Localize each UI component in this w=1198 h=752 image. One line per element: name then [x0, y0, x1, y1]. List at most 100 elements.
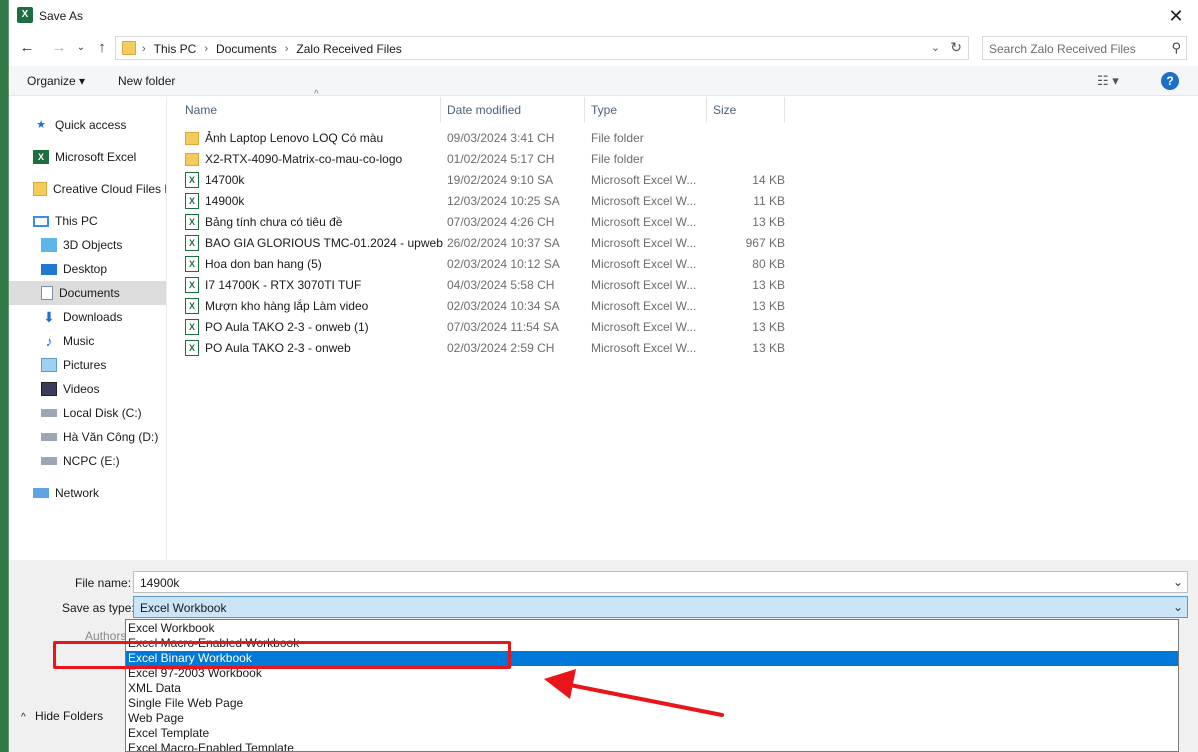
address-bar[interactable]: › This PC › Documents › Zalo Received Fi…: [115, 36, 969, 60]
file-type: Microsoft Excel W...: [591, 299, 697, 313]
excel-icon: X: [17, 7, 33, 23]
file-type: Microsoft Excel W...: [591, 257, 697, 271]
file-type: Microsoft Excel W...: [591, 278, 697, 292]
search-input[interactable]: Search Zalo Received Files ⚲: [982, 36, 1187, 60]
search-placeholder: Search Zalo Received Files: [989, 42, 1136, 56]
help-icon[interactable]: ?: [1161, 72, 1179, 90]
save-type-option[interactable]: Excel Macro-Enabled Template: [126, 741, 1178, 751]
sidebar-item-videos[interactable]: Videos: [9, 377, 166, 401]
up-arrow-icon[interactable]: ↑: [92, 38, 112, 58]
breadcrumb: › This PC › Documents › Zalo Received Fi…: [142, 42, 402, 56]
view-options-icon[interactable]: ☷ ▾: [1097, 73, 1119, 89]
excel-file-icon: X: [185, 319, 199, 335]
save-type-option[interactable]: Excel Workbook: [126, 621, 1178, 636]
sidebar-item-network[interactable]: Network: [9, 481, 166, 505]
chevron-down-icon[interactable]: ⌄: [931, 41, 940, 54]
back-arrow-icon[interactable]: ←: [17, 38, 37, 58]
sidebar-item-microsoft-excel[interactable]: X Microsoft Excel: [9, 145, 166, 169]
excel-file-icon: X: [185, 193, 199, 209]
sidebar-item-this-pc[interactable]: This PC: [9, 209, 166, 233]
star-icon: ★: [36, 119, 46, 131]
file-size: 13 KB: [752, 278, 785, 292]
organize-button[interactable]: Organize ▾: [27, 74, 85, 88]
sidebar-item-3d-objects[interactable]: 3D Objects: [9, 233, 166, 257]
highlight-annotation-box: [53, 641, 511, 669]
file-row[interactable]: X PO Aula TAKO 2-3 - onweb 02/03/2024 2:59…: [185, 338, 785, 359]
file-size: 967 KB: [745, 236, 785, 250]
sidebar-item-local-disk-c[interactable]: Local Disk (C:): [9, 401, 166, 425]
file-name: PO Aula TAKO 2-3 - onweb (1): [205, 320, 369, 334]
video-icon: [41, 382, 57, 396]
file-row[interactable]: X PO Aula TAKO 2-3 - onweb (1) 07/03/2024 …: [185, 317, 785, 338]
file-date: 07/03/2024 4:26 CH: [447, 215, 555, 229]
column-header-date[interactable]: Date modified: [441, 97, 585, 123]
file-date: 07/03/2024 11:54 SA: [447, 320, 559, 334]
file-size: 14 KB: [752, 173, 785, 187]
chevron-down-icon[interactable]: ⌄: [1173, 575, 1183, 589]
music-icon: ♪: [45, 333, 53, 349]
file-type: Microsoft Excel W...: [591, 236, 697, 250]
close-icon[interactable]: ✕: [1164, 4, 1188, 28]
computer-icon: [33, 215, 49, 227]
file-row[interactable]: X 14900k 12/03/2024 10:25 SA Microsoft Exce…: [185, 191, 785, 212]
file-size: 13 KB: [752, 341, 785, 355]
sidebar-item-desktop[interactable]: Desktop: [9, 257, 166, 281]
save-type-option[interactable]: Excel Template: [126, 726, 1178, 741]
sidebar-item-quick-access[interactable]: ★ Quick access: [9, 113, 166, 137]
file-row[interactable]: X 14700k 19/02/2024 9:10 SA Microsoft Excel…: [185, 170, 785, 191]
file-name: BAO GIA GLORIOUS TMC-01.2024 - upweb: [205, 236, 443, 250]
sidebar-item-music[interactable]: ♪ Music: [9, 329, 166, 353]
pane-divider[interactable]: [166, 97, 167, 560]
excel-file-icon: X: [185, 172, 199, 188]
file-type: Microsoft Excel W...: [591, 341, 697, 355]
sidebar-item-creative-cloud[interactable]: Creative Cloud Files P: [9, 177, 166, 201]
download-icon: ⬇: [43, 309, 55, 325]
drive-icon: [41, 433, 57, 441]
file-date: 02/03/2024 10:34 SA: [447, 299, 560, 313]
file-name-value: 14900k: [140, 576, 180, 590]
recent-chevron-icon[interactable]: ⌄: [71, 38, 91, 58]
network-icon: [33, 488, 49, 498]
chevron-down-icon[interactable]: ⌄: [1173, 600, 1183, 614]
save-type-select[interactable]: Excel Workbook ⌄: [133, 596, 1188, 618]
sidebar-item-documents[interactable]: Documents: [9, 281, 166, 305]
document-icon: [41, 286, 53, 300]
new-folder-button[interactable]: New folder: [118, 74, 175, 88]
excel-file-icon: X: [185, 256, 199, 272]
sidebar-item-drive-d[interactable]: Hà Văn Công (D:): [9, 425, 166, 449]
file-row[interactable]: X Bảng tính chưa có tiêu đề 07/03/2024 4:2…: [185, 212, 785, 233]
column-header-name[interactable]: Name: [179, 97, 441, 123]
chevron-up-icon: ^: [21, 712, 26, 723]
picture-icon: [41, 358, 57, 372]
column-header-type[interactable]: Type: [585, 97, 707, 123]
breadcrumb-item[interactable]: Documents: [216, 42, 277, 56]
file-name: X2-RTX-4090-Matrix-co-mau-co-logo: [205, 152, 403, 166]
sidebar-item-pictures[interactable]: Pictures: [9, 353, 166, 377]
file-size: 11 KB: [753, 194, 785, 208]
file-row[interactable]: Ảnh Laptop Lenovo LOQ Có màu 09/03/2024 3…: [185, 128, 785, 149]
file-date: 02/03/2024 10:12 SA: [447, 257, 560, 271]
scrollbar[interactable]: [1189, 97, 1198, 560]
sidebar-item-downloads[interactable]: ⬇ Downloads: [9, 305, 166, 329]
file-size: 13 KB: [752, 299, 785, 313]
file-row[interactable]: X Mượn kho hàng lắp Làm video 02/03/2024 1…: [185, 296, 785, 317]
forward-arrow-icon[interactable]: →: [49, 38, 69, 58]
file-row[interactable]: X I7 14700K - RTX 3070TI TUF 04/03/2024 5:…: [185, 275, 785, 296]
breadcrumb-item[interactable]: Zalo Received Files: [296, 42, 401, 56]
file-name: 14700k: [205, 173, 245, 187]
desktop-icon: [41, 263, 57, 275]
title-bar: X Save As ✕: [9, 0, 1198, 32]
sidebar-item-drive-e[interactable]: NCPC (E:): [9, 449, 166, 473]
file-name: 14900k: [205, 194, 245, 208]
file-row[interactable]: X2-RTX-4090-Matrix-co-mau-co-logo 01/02/2…: [185, 149, 785, 170]
file-row[interactable]: X Hoa don ban hang (5) 02/03/2024 10:12 SA…: [185, 254, 785, 275]
refresh-icon[interactable]: ↻: [950, 39, 962, 56]
breadcrumb-item[interactable]: This PC: [154, 42, 197, 56]
file-row[interactable]: X BAO GIA GLORIOUS TMC-01.2024 - upweb 26/…: [185, 233, 785, 254]
file-type: Microsoft Excel W...: [591, 320, 697, 334]
column-header-size[interactable]: Size: [707, 97, 785, 123]
hide-folders-button[interactable]: ^ Hide Folders: [21, 709, 103, 723]
file-name: Mượn kho hàng lắp Làm video: [205, 299, 369, 313]
file-name-field[interactable]: 14900k ⌄: [133, 571, 1188, 593]
file-type: Microsoft Excel W...: [591, 215, 697, 229]
